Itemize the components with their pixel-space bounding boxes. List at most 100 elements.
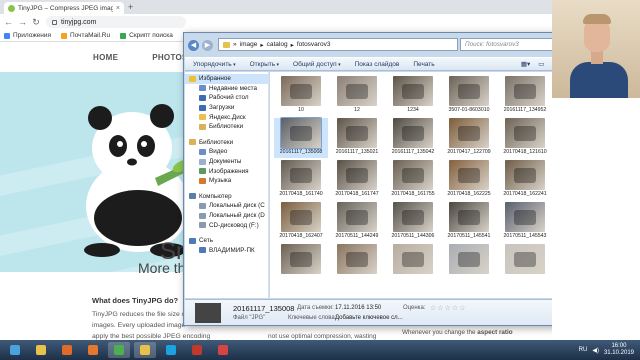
file-item[interactable] (386, 244, 440, 284)
nav-item[interactable]: Документы (185, 157, 268, 167)
keywords-field[interactable]: Добавьте ключевое сл... (335, 315, 403, 321)
file-thumbnail (393, 202, 433, 232)
bookmark-apps[interactable]: Приложения (4, 32, 51, 39)
file-item[interactable] (330, 244, 384, 284)
nav-home[interactable]: HOME (93, 53, 118, 62)
breadcrumb-item[interactable]: fotosvarov3 (297, 41, 331, 48)
right-text-bold: aspect ratio (477, 329, 513, 336)
firefox-taskbar-button[interactable] (82, 342, 104, 358)
forward-button-icon[interactable]: ▶ (202, 39, 213, 51)
chrome-taskbar-button[interactable] (108, 342, 130, 358)
print-button[interactable]: Печать (413, 61, 434, 68)
nav-item[interactable]: Компьютер (185, 192, 268, 202)
media-player-taskbar-button[interactable] (56, 342, 78, 358)
folder-taskbar-button[interactable] (134, 342, 156, 358)
explorer-icon (36, 345, 46, 355)
nav-item[interactable]: Музыка (185, 176, 268, 186)
pc-icon (199, 247, 206, 254)
file-item[interactable]: 20170418_161755 (386, 160, 440, 200)
forward-arrow-icon[interactable]: → (18, 17, 27, 27)
file-item[interactable]: 1234 (386, 76, 440, 116)
nav-item[interactable]: Локальный диск (C (185, 201, 268, 211)
file-item[interactable]: 20161117_135021 (330, 118, 384, 158)
libraries-icon (199, 123, 206, 130)
drive-icon (199, 202, 206, 209)
file-item[interactable]: 20161117_135008 (274, 117, 328, 158)
file-item[interactable]: 20170417_122709 (442, 118, 496, 158)
nav-item[interactable]: Загрузки (185, 103, 268, 113)
file-item[interactable]: 20170418_161740 (274, 160, 328, 200)
address-bar[interactable]: tinyjpg.com (46, 16, 186, 28)
file-item[interactable]: 20170511_144249 (330, 202, 384, 242)
nav-item[interactable]: Рабочий стол (185, 93, 268, 103)
explorer-search-input[interactable]: Поиск: fotosvarov3 (460, 38, 558, 51)
file-item[interactable]: 10 (274, 76, 328, 116)
explorer-taskbar-button[interactable] (30, 342, 52, 358)
share-menu[interactable]: Общий доступ (293, 61, 341, 68)
tab-tinyjpg[interactable]: TinyJPG – Compress JPEG images × (4, 2, 124, 14)
nav-item[interactable]: Изображения (185, 166, 268, 176)
app-icon (192, 345, 202, 355)
nav-item-label: ВЛАДИМИР-ПК (209, 246, 255, 254)
rating-stars[interactable]: ☆☆☆☆☆ (430, 304, 466, 312)
system-tray: RU ◀) 16:00 31.10.2019 (579, 343, 634, 357)
file-item[interactable]: 20170511_145541 (442, 202, 496, 242)
file-thumbnail (337, 76, 377, 106)
reload-icon[interactable]: ↻ (32, 17, 40, 28)
bookmark-mail[interactable]: ПочтаMail.Ru (61, 32, 110, 39)
nav-item[interactable]: CD-дисковод (F:) (185, 220, 268, 230)
nav-item[interactable]: Избранное (185, 74, 268, 84)
start-taskbar-button[interactable] (4, 342, 26, 358)
file-name: 20170511_145541 (447, 233, 491, 239)
app-taskbar-button[interactable] (186, 342, 208, 358)
nav-item[interactable]: Сеть (185, 236, 268, 246)
language-indicator[interactable]: RU (579, 347, 588, 353)
file-item[interactable]: 3507-01-8603010 (442, 76, 496, 116)
file-item[interactable]: 20161117_135042 (386, 118, 440, 158)
file-item[interactable]: 20170511_145543 (498, 202, 552, 242)
back-arrow-icon[interactable]: ← (4, 17, 13, 27)
view-options-icon[interactable]: ▦▾ (521, 60, 530, 68)
nav-item-label: Библиотеки (199, 138, 234, 146)
nav-item-label: Документы (209, 158, 242, 166)
close-tab-icon[interactable]: × (116, 5, 120, 12)
organize-menu[interactable]: Упорядочить (193, 61, 236, 68)
nav-item[interactable]: Библиотеки (185, 122, 268, 132)
file-item[interactable]: 20170418_162241 (498, 160, 552, 200)
file-item[interactable]: 20170511_144306 (386, 202, 440, 242)
nav-item-label: CD-дисковод (F:) (209, 221, 259, 229)
file-thumbnail (449, 160, 489, 190)
libraries-icon (189, 139, 196, 146)
file-item[interactable] (498, 244, 552, 284)
nav-item[interactable]: Библиотеки (185, 138, 268, 148)
path-breadcrumb[interactable]: » image ▸ catalog ▸ fotosvarov3 (218, 38, 458, 51)
volume-icon[interactable]: ◀) (592, 347, 599, 354)
slideshow-button[interactable]: Показ слайдов (355, 61, 400, 68)
nav-item[interactable]: ВЛАДИМИР-ПК (185, 246, 268, 256)
file-item[interactable]: 20170418_161747 (330, 160, 384, 200)
skype-taskbar-button[interactable] (160, 342, 182, 358)
bookmark-script[interactable]: Скрипт поиска (120, 32, 173, 39)
breadcrumb-item[interactable]: image (240, 41, 258, 48)
back-button-icon[interactable]: ◀ (188, 39, 199, 51)
nav-item[interactable]: Яндекс.Диск (185, 112, 268, 122)
file-item[interactable] (274, 244, 328, 284)
nav-item[interactable]: Видео (185, 147, 268, 157)
nav-item-label: Избранное (199, 75, 231, 83)
open-menu[interactable]: Открыть (250, 61, 279, 68)
file-item[interactable]: 20170418_162407 (274, 202, 328, 242)
nav-item[interactable]: Недавние места (185, 84, 268, 94)
preview-pane-icon[interactable]: ▭ (538, 60, 544, 68)
clock[interactable]: 16:00 31.10.2019 (604, 343, 634, 357)
file-item[interactable] (442, 244, 496, 284)
breadcrumb-item[interactable]: catalog (267, 41, 288, 48)
file-item[interactable]: 12 (330, 76, 384, 116)
nav-item-label: Музыка (209, 177, 232, 185)
ccleaner-taskbar-button[interactable] (212, 342, 234, 358)
file-item[interactable]: 20170418_162225 (442, 160, 496, 200)
breadcrumb-sep: » (233, 41, 237, 48)
new-tab-button[interactable]: + (128, 2, 133, 12)
file-item[interactable]: 20161117_134952 (498, 76, 552, 116)
file-item[interactable]: 20170418_121610 (498, 118, 552, 158)
nav-item[interactable]: Локальный диск (D (185, 211, 268, 221)
